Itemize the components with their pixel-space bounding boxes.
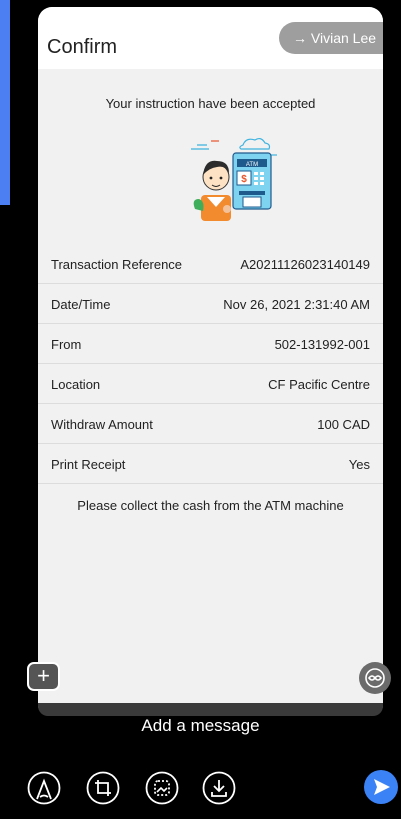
detail-row-transaction-reference: Transaction Reference A20211126023140149 [38, 244, 383, 284]
detail-value: Nov 26, 2021 2:31:40 AM [223, 297, 370, 312]
accepted-message: Your instruction have been accepted [105, 96, 316, 111]
atm-illustration: ATM $ [191, 137, 277, 221]
sticker-button[interactable] [145, 771, 179, 805]
page-title: Confirm [47, 36, 118, 58]
atm-label: ATM [246, 162, 258, 168]
detail-label: Transaction Reference [51, 257, 183, 272]
detail-row-from: From 502-131992-001 [38, 324, 383, 364]
send-icon [374, 779, 390, 795]
detail-row-location: Location CF Pacific Centre [38, 364, 383, 404]
crop-rotate-button[interactable] [86, 771, 120, 805]
detail-value: A20211126023140149 [240, 257, 370, 272]
collect-cash-message: Please collect the cash from the ATM mac… [77, 498, 344, 513]
download-button[interactable] [202, 771, 236, 805]
atm-machine-icon: ATM $ [232, 152, 272, 210]
crop-rotate-icon [86, 771, 120, 805]
card-bottom-edge [38, 703, 383, 716]
detail-value: Yes [348, 457, 370, 472]
detail-value: 502-131992-001 [274, 337, 370, 352]
add-button[interactable]: + [27, 662, 60, 691]
pen-button[interactable] [27, 771, 61, 805]
person-icon [193, 160, 231, 221]
detail-value: CF Pacific Centre [268, 377, 370, 392]
dollar-sign: $ [241, 174, 247, 185]
detail-label: Withdraw Amount [51, 417, 153, 432]
detail-label: Location [51, 377, 101, 392]
pen-icon [27, 771, 61, 805]
confirmation-card: Confirm → Vivian Lee Your instruction ha… [38, 7, 383, 715]
card-header: Confirm → Vivian Lee [38, 7, 383, 69]
detail-label: From [51, 337, 82, 352]
loop-icon [365, 668, 385, 688]
download-icon [202, 771, 236, 805]
detail-row-print-receipt: Print Receipt Yes [38, 444, 383, 484]
sticker-icon [145, 771, 179, 805]
loop-button[interactable] [359, 662, 391, 694]
detail-label: Date/Time [51, 297, 111, 312]
detail-row-date-time: Date/Time Nov 26, 2021 2:31:40 AM [38, 284, 383, 324]
detail-value: 100 CAD [317, 417, 370, 432]
recipient-chip[interactable]: → Vivian Lee [279, 22, 383, 54]
transaction-details: Transaction Reference A20211126023140149… [38, 244, 383, 484]
send-button[interactable] [364, 770, 398, 804]
detail-label: Print Receipt [51, 457, 126, 472]
add-message-input[interactable]: Add a message [0, 716, 401, 736]
detail-row-withdraw-amount: Withdraw Amount 100 CAD [38, 404, 383, 444]
